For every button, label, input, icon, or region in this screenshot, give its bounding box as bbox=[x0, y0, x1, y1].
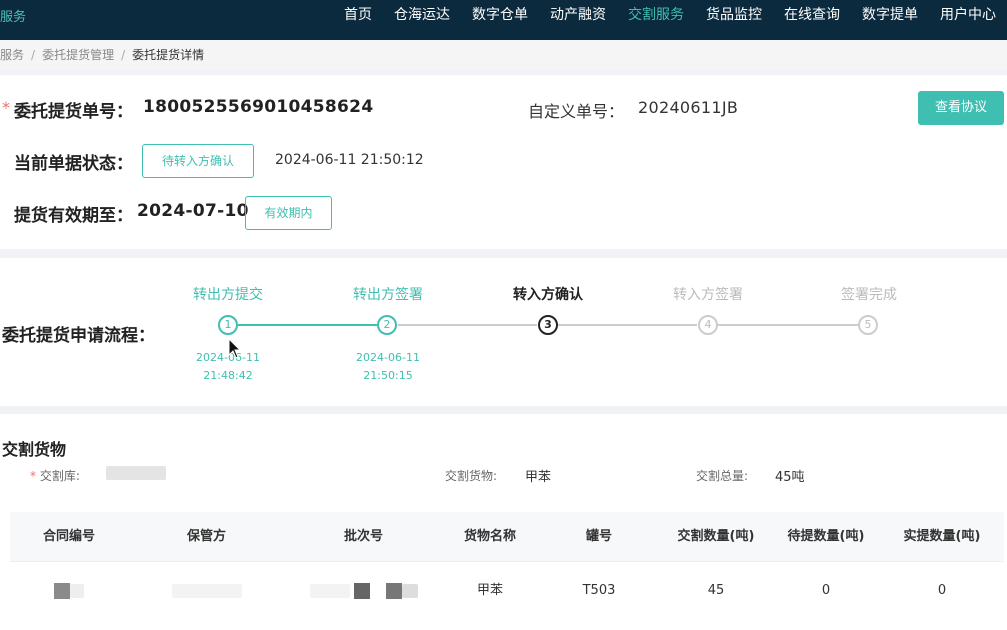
order-no-value: 1800525569010458624 bbox=[143, 97, 374, 117]
nav-item-canghai[interactable]: 仓海运达 bbox=[394, 0, 450, 40]
col-pending-qty: 待提数量(吨) bbox=[787, 529, 865, 544]
breadcrumb-item-service[interactable]: 服务 bbox=[0, 40, 24, 70]
nav-item-goods-monitor[interactable]: 货品监控 bbox=[706, 0, 762, 40]
nav-item-online-query[interactable]: 在线查询 bbox=[784, 0, 840, 40]
order-no-label: 委托提货单号： bbox=[14, 102, 133, 122]
main-nav: 首页 仓海运达 数字仓单 动产融资 交割服务 货品监控 在线查询 数字提单 用户… bbox=[322, 0, 1007, 40]
cell-custodian-redacted bbox=[128, 562, 285, 620]
col-goods-name: 货物名称 bbox=[463, 529, 516, 544]
view-agreement-button[interactable]: 查看协议 bbox=[918, 91, 1004, 125]
table-row: 甲苯 T503 45 0 0 bbox=[10, 562, 1004, 620]
step-time-2: 21:50:15 bbox=[363, 369, 413, 382]
total-label: 交割总量: bbox=[696, 469, 749, 483]
col-custodian: 保管方 bbox=[186, 529, 226, 544]
breadcrumb-item-current: 委托提货详情 bbox=[132, 48, 205, 62]
step-title-confirm-in: 转入方确认 bbox=[513, 287, 583, 303]
breadcrumb-separator: / bbox=[31, 48, 36, 62]
step-circle-5: 5 bbox=[858, 315, 878, 335]
cell-tank-no: T503 bbox=[582, 583, 616, 598]
nav-item-home[interactable]: 首页 bbox=[344, 0, 372, 40]
cell-pending-qty: 0 bbox=[821, 583, 831, 598]
nav-item-digital-warehouse-receipt[interactable]: 数字仓单 bbox=[472, 0, 528, 40]
valid-until-label: 提货有效期至： bbox=[14, 206, 133, 226]
flow-connector bbox=[398, 324, 537, 326]
col-actual-qty: 实提数量(吨) bbox=[903, 529, 981, 544]
table-header: 合同编号 保管方 批次号 货物名称 罐号 交割数量(吨) 待提数量(吨) 实提数… bbox=[10, 512, 1004, 562]
col-tank-no: 罐号 bbox=[585, 529, 612, 544]
redacted-block bbox=[70, 583, 84, 598]
goods-table: 合同编号 保管方 批次号 货物名称 罐号 交割数量(吨) 待提数量(吨) 实提数… bbox=[10, 512, 1004, 620]
breadcrumb-item-manage[interactable]: 委托提货管理 bbox=[42, 40, 114, 70]
redacted-block bbox=[171, 583, 242, 598]
col-batch-no: 批次号 bbox=[343, 529, 383, 544]
cell-actual-qty: 0 bbox=[937, 583, 947, 598]
redacted-block bbox=[309, 583, 350, 598]
nav-item-digital-bill[interactable]: 数字提单 bbox=[862, 0, 918, 40]
col-delivery-qty: 交割数量(吨) bbox=[677, 529, 755, 544]
redacted-block bbox=[353, 582, 370, 599]
cell-batch-no-redacted bbox=[285, 562, 442, 620]
nav-item-user-center[interactable]: 用户中心 bbox=[940, 0, 996, 40]
cell-contract-no-redacted bbox=[10, 562, 128, 620]
breadcrumb: 服务 / 委托提货管理 / 委托提货详情 bbox=[0, 40, 1007, 70]
redacted-block bbox=[385, 582, 402, 599]
step-title-complete: 签署完成 bbox=[841, 287, 897, 303]
step-title-sign-out: 转出方签署 bbox=[353, 287, 423, 303]
cell-delivery-qty: 45 bbox=[707, 583, 725, 598]
required-star: * bbox=[2, 98, 10, 117]
goods-label: 交割货物: bbox=[445, 469, 498, 483]
flow-connector bbox=[558, 324, 697, 326]
custom-no-value: 20240611JB bbox=[638, 98, 739, 117]
top-navbar: 服务 首页 仓海运达 数字仓单 动产融资 交割服务 货品监控 在线查询 数字提单… bbox=[0, 0, 1007, 40]
flow-connector-done bbox=[238, 324, 377, 326]
valid-until-value: 2024-07-10 bbox=[137, 201, 249, 221]
goods-value: 甲苯 bbox=[525, 470, 552, 485]
custom-no-label: 自定义单号： bbox=[528, 102, 625, 121]
step-circle-4: 4 bbox=[698, 315, 718, 335]
required-star: * bbox=[30, 469, 40, 483]
redacted-block bbox=[54, 582, 70, 599]
cell-goods-name: 甲苯 bbox=[476, 583, 503, 598]
step-title-submit: 转出方提交 bbox=[193, 287, 263, 303]
warehouse-value-redacted bbox=[106, 466, 166, 480]
status-label: 当前单据状态： bbox=[14, 154, 133, 174]
total-value: 45吨 bbox=[775, 470, 805, 485]
flow-card: 委托提货申请流程： 转出方提交 1 2024-06-11 21:48:42 转出… bbox=[0, 258, 1007, 406]
flow-connector bbox=[718, 324, 858, 326]
status-tag: 待转入方确认 bbox=[142, 144, 254, 178]
nav-item-movable-finance[interactable]: 动产融资 bbox=[550, 0, 606, 40]
status-time: 2024-06-11 21:50:12 bbox=[275, 152, 424, 168]
step-title-sign-in: 转入方签署 bbox=[673, 287, 743, 303]
nav-item-delivery-service[interactable]: 交割服务 bbox=[628, 0, 684, 40]
redacted-block bbox=[401, 583, 418, 598]
step-circle-2: 2 bbox=[377, 315, 397, 335]
goods-section-title: 交割货物 bbox=[2, 440, 67, 459]
delivery-goods-card: 交割货物 * 交割库: 交割货物: 甲苯 交割总量: 45吨 合同编号 保管方 … bbox=[0, 414, 1007, 630]
step-circle-3: 3 bbox=[538, 315, 558, 335]
valid-tag: 有效期内 bbox=[245, 196, 332, 230]
order-info-card: * 委托提货单号： 1800525569010458624 自定义单号： 202… bbox=[0, 75, 1007, 249]
breadcrumb-separator: / bbox=[121, 48, 126, 62]
step-circle-1: 1 bbox=[218, 315, 238, 335]
mouse-cursor-icon bbox=[228, 338, 242, 359]
warehouse-label-text: 交割库: bbox=[39, 469, 80, 483]
brand-text[interactable]: 服务 bbox=[0, 6, 26, 25]
step-time-1: 21:48:42 bbox=[203, 369, 253, 382]
step-date-2: 2024-06-11 bbox=[356, 351, 420, 364]
warehouse-label: * 交割库: bbox=[30, 467, 80, 484]
flow-label: 委托提货申请流程： bbox=[2, 326, 155, 346]
col-contract-no: 合同编号 bbox=[42, 529, 95, 544]
